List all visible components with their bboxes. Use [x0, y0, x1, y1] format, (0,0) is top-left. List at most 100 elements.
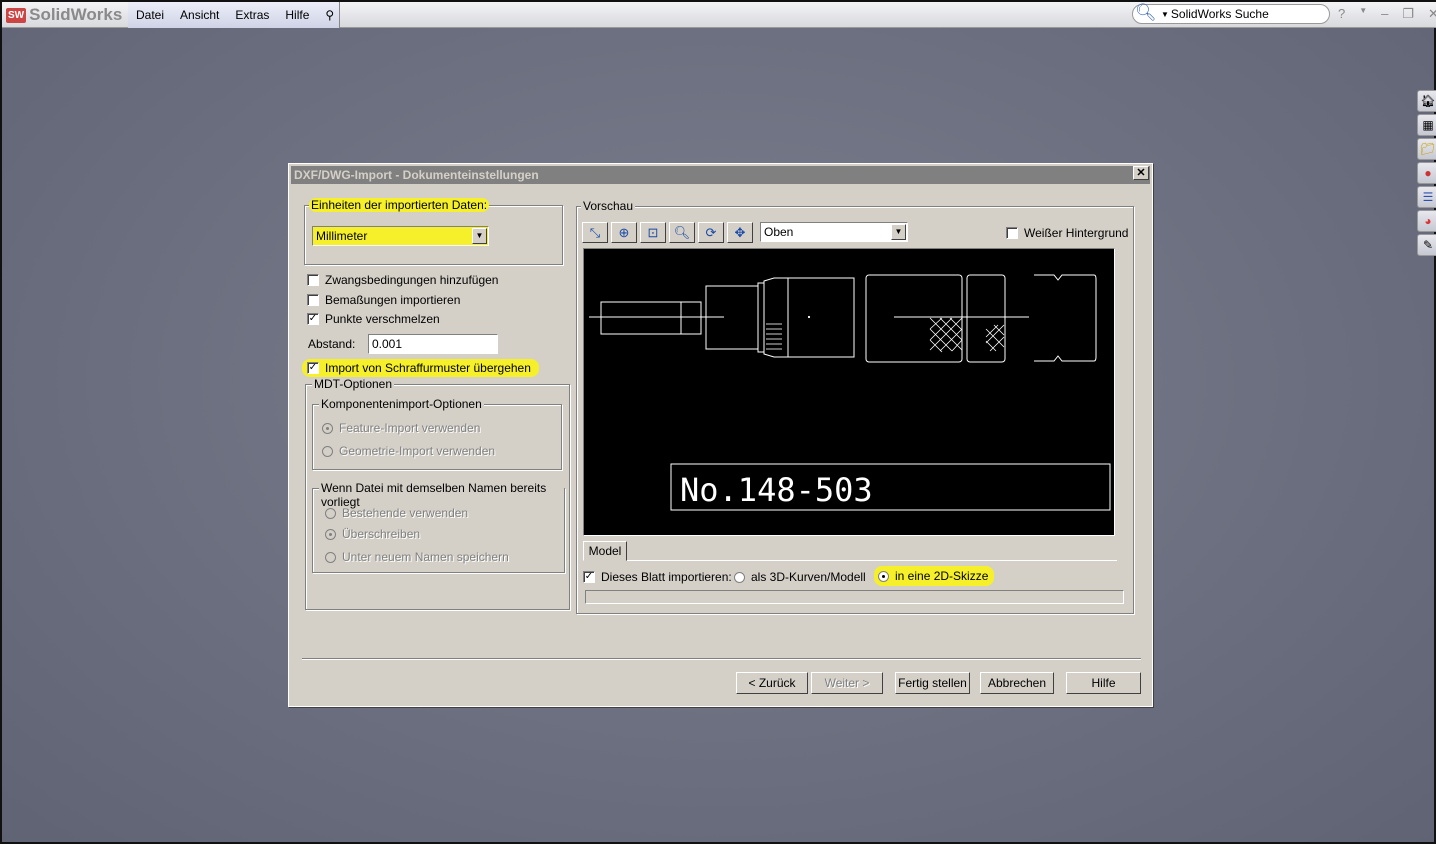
view-value: Oben	[764, 225, 794, 239]
chevron-down-icon[interactable]: ▼	[472, 228, 487, 244]
radio-label: Unter neuem Namen speichern	[342, 550, 509, 564]
checkbox-merge-points[interactable]: ✓ Punkte verschmelzen	[307, 312, 440, 326]
checkbox-label: Bemaßungen importieren	[325, 293, 461, 307]
back-button[interactable]: < Zurück	[736, 672, 808, 694]
tab-divider	[627, 560, 1117, 561]
checkbox[interactable]	[307, 274, 319, 286]
dxf-import-dialog: DXF/DWG-Import - Dokumenteinstellungen ✕…	[288, 163, 1153, 707]
checkbox-label: Dieses Blatt importieren:	[601, 570, 732, 584]
solidworks-logo[interactable]: SW SolidWorks	[6, 4, 126, 26]
checkbox-label: Zwangsbedingungen hinzufügen	[325, 273, 499, 287]
help-button[interactable]: Hilfe	[1066, 672, 1141, 694]
dialog-close-button[interactable]: ✕	[1133, 166, 1149, 180]
checkbox-constraints[interactable]: Zwangsbedingungen hinzufügen	[307, 273, 498, 287]
checkbox-skip-hatch[interactable]: ✓ Import von Schraffurmuster übergehen	[302, 359, 539, 377]
knurled-ring	[763, 277, 789, 358]
checkbox-white-background[interactable]: Weißer Hintergrund	[1006, 226, 1128, 240]
radio-label: als 3D-Kurven/Modell	[751, 570, 866, 584]
help-dropdown-icon[interactable]: ▼	[1359, 6, 1367, 22]
radio-geometry-import[interactable]: Geometrie-Import verwenden	[322, 444, 495, 458]
checkbox[interactable]: ✓	[583, 571, 595, 583]
radio[interactable]	[734, 571, 745, 583]
zoom-dynamic-icon[interactable]: 🔍︎	[669, 222, 695, 243]
menu-hilfe[interactable]: Hilfe	[277, 8, 317, 22]
radio[interactable]	[325, 528, 336, 540]
search-placeholder: SolidWorks Suche	[1170, 7, 1269, 21]
radio[interactable]	[325, 507, 336, 519]
radio[interactable]	[322, 422, 333, 434]
custom-properties-icon[interactable]: ✎	[1417, 234, 1436, 256]
ratchet	[966, 274, 1006, 363]
radio[interactable]	[322, 445, 333, 457]
spindle	[600, 301, 702, 335]
menu-ansicht[interactable]: Ansicht	[172, 8, 227, 22]
design-library-icon[interactable]: ▦	[1417, 114, 1436, 136]
rotate-icon[interactable]: ⟳	[698, 222, 724, 243]
drawing-text: No.148-503	[680, 471, 873, 509]
pan-icon[interactable]: ✥	[727, 222, 753, 243]
help-icon[interactable]: ?	[1338, 6, 1345, 22]
radio-feature-import[interactable]: Feature-Import verwenden	[322, 421, 480, 435]
file-explorer-icon[interactable]: 📁︎	[1417, 138, 1436, 160]
radio-overwrite[interactable]: Überschreiben	[325, 527, 420, 541]
zoom-to-fit-icon[interactable]: ⤡	[582, 222, 608, 243]
checkbox-import-sheet[interactable]: ✓ Dieses Blatt importieren:	[583, 570, 732, 584]
same-name-group: Wenn Datei mit demselben Namen bereits v…	[312, 481, 565, 573]
view-palette-icon[interactable]: ●	[1417, 162, 1436, 184]
finish-button[interactable]: Fertig stellen	[895, 672, 970, 694]
checkbox-label: Punkte verschmelzen	[325, 312, 440, 326]
units-group-label: Einheiten der importierten Daten:	[309, 198, 490, 212]
zoom-area-icon[interactable]: ⊡	[640, 222, 666, 243]
appearances-icon[interactable]: ☰	[1417, 186, 1436, 208]
menu-extras[interactable]: Extras	[227, 8, 277, 22]
menu-bar: Datei Ansicht Extras Hilfe ⚲	[128, 2, 340, 28]
radio-2d-sketch[interactable]: in eine 2D-Skizze	[874, 566, 995, 586]
restore-button[interactable]: ❐	[1402, 6, 1414, 22]
search-icon[interactable]: 🔍︎	[1135, 3, 1157, 23]
checkbox[interactable]: ✓	[307, 362, 319, 374]
component-group-label: Komponentenimport-Optionen	[319, 397, 484, 411]
next-button[interactable]: Weiter >	[811, 672, 883, 694]
component-import-group: Komponentenimport-Optionen Feature-Impor…	[312, 397, 562, 470]
zoom-in-icon[interactable]: ⊕	[611, 222, 637, 243]
checkbox-dimensions[interactable]: Bemaßungen importieren	[307, 293, 460, 307]
view-select[interactable]: Oben ▼	[760, 222, 908, 242]
radio-label: Geometrie-Import verwenden	[339, 444, 496, 458]
search-input[interactable]: 🔍︎ ▼ SolidWorks Suche	[1132, 3, 1330, 24]
radio-3d-curves[interactable]: als 3D-Kurven/Modell	[734, 570, 866, 584]
minimize-button[interactable]: –	[1381, 6, 1388, 22]
radio-label: Überschreiben	[342, 527, 421, 541]
distance-input[interactable]: 0.001	[368, 334, 498, 354]
preview-group: Vorschau ⤡ ⊕ ⊡ 🔍︎ ⟳ ✥ Oben ▼ Weißer Hint…	[576, 199, 1134, 614]
checkbox[interactable]: ✓	[307, 313, 319, 325]
radio-label: Feature-Import verwenden	[339, 421, 481, 435]
radio[interactable]	[878, 570, 889, 582]
chevron-down-icon[interactable]: ▼	[1161, 10, 1169, 19]
radio-save-new-name[interactable]: Unter neuem Namen speichern	[325, 550, 509, 564]
checkbox[interactable]	[307, 294, 319, 306]
scenes-icon[interactable]: ◕	[1417, 210, 1436, 232]
radio-label: in eine 2D-Skizze	[895, 569, 989, 583]
menu-datei[interactable]: Datei	[128, 8, 172, 22]
barrel	[787, 277, 855, 358]
preview-toolbar: ⤡ ⊕ ⊡ 🔍︎ ⟳ ✥	[582, 222, 753, 243]
dialog-title: DXF/DWG-Import - Dokumenteinstellungen	[291, 166, 1150, 184]
pin-icon[interactable]: ⚲	[317, 8, 342, 22]
units-select[interactable]: Millimeter ▼	[312, 226, 489, 246]
checkbox[interactable]	[1006, 227, 1018, 239]
radio-label: Bestehende verwenden	[342, 506, 469, 520]
radio[interactable]	[325, 551, 336, 563]
preview-group-label: Vorschau	[581, 199, 636, 213]
radio-use-existing[interactable]: Bestehende verwenden	[325, 506, 468, 520]
preview-canvas[interactable]: No.148-503	[583, 248, 1115, 536]
cancel-button[interactable]: Abbrechen	[980, 672, 1054, 694]
mdt-options-group: MDT-Optionen Komponentenimport-Optionen …	[305, 377, 570, 610]
chevron-down-icon[interactable]: ▼	[891, 224, 906, 240]
window-controls: ? ▼ – ❐ ✕	[1338, 6, 1436, 22]
tab-model[interactable]: Model	[583, 541, 627, 561]
checkbox-label: Weißer Hintergrund	[1024, 226, 1129, 240]
home-icon[interactable]: 🏠︎	[1417, 90, 1436, 112]
close-button[interactable]: ✕	[1428, 6, 1436, 22]
app-name: SolidWorks	[29, 5, 123, 24]
separator	[302, 658, 1141, 660]
